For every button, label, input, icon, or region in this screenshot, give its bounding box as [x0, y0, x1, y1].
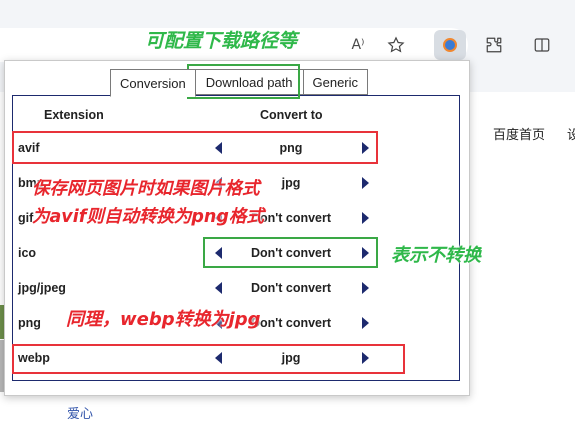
dont-convert-note: 表示不转换 — [391, 245, 481, 266]
split-screen-icon[interactable] — [528, 31, 556, 59]
extension-label: gif — [18, 211, 34, 225]
dont-convert-highlight — [203, 237, 378, 268]
tab-generic[interactable]: Generic — [302, 69, 369, 95]
avif-note-line1: 保存网页图片时如果图片格式 — [32, 179, 260, 199]
extension-label: png — [18, 316, 41, 330]
avif-row-highlight — [12, 131, 378, 164]
next-format-button[interactable] — [359, 279, 371, 297]
download-path-highlight — [187, 64, 300, 99]
arrow-right-icon — [361, 177, 369, 189]
extension-column-header: Extension — [44, 108, 104, 122]
next-format-button[interactable] — [359, 174, 371, 192]
arrow-right-icon — [361, 317, 369, 329]
baidu-home-link[interactable]: 百度首页 — [493, 124, 545, 143]
extension-badge-icon — [443, 38, 457, 52]
favorite-star-icon[interactable] — [382, 31, 410, 59]
webp-row-highlight — [12, 344, 405, 374]
arrow-right-icon — [361, 212, 369, 224]
extension-label: jpg/jpeg — [18, 281, 66, 295]
previous-format-button[interactable] — [212, 279, 224, 297]
extension-label: ico — [18, 246, 37, 260]
tab-conversion[interactable]: Conversion — [110, 69, 196, 97]
read-aloud-label: A⁾ — [351, 37, 365, 53]
next-format-button[interactable] — [359, 209, 371, 227]
arrow-left-icon — [214, 282, 222, 294]
convert-to-column-header: Convert to — [260, 108, 323, 122]
puzzle-icon[interactable] — [480, 31, 508, 59]
settings-link[interactable]: 设 — [567, 124, 575, 143]
conversion-row-jpg: jpg/jpeg Don't convert — [13, 277, 459, 301]
download-path-note: 可配置下载路径等 — [145, 30, 298, 52]
bottom-link[interactable]: 爱心 — [67, 403, 93, 422]
image-saver-extension-icon[interactable] — [434, 30, 466, 60]
read-aloud-icon[interactable]: A⁾ — [344, 31, 372, 59]
webp-note: 同理，webp转换为jpg — [66, 309, 261, 330]
target-format-value: Don't convert — [250, 281, 332, 295]
avif-note-line2: 为avif则自动转换为png格式 — [32, 207, 264, 227]
next-format-button[interactable] — [359, 314, 371, 332]
arrow-right-icon — [361, 282, 369, 294]
